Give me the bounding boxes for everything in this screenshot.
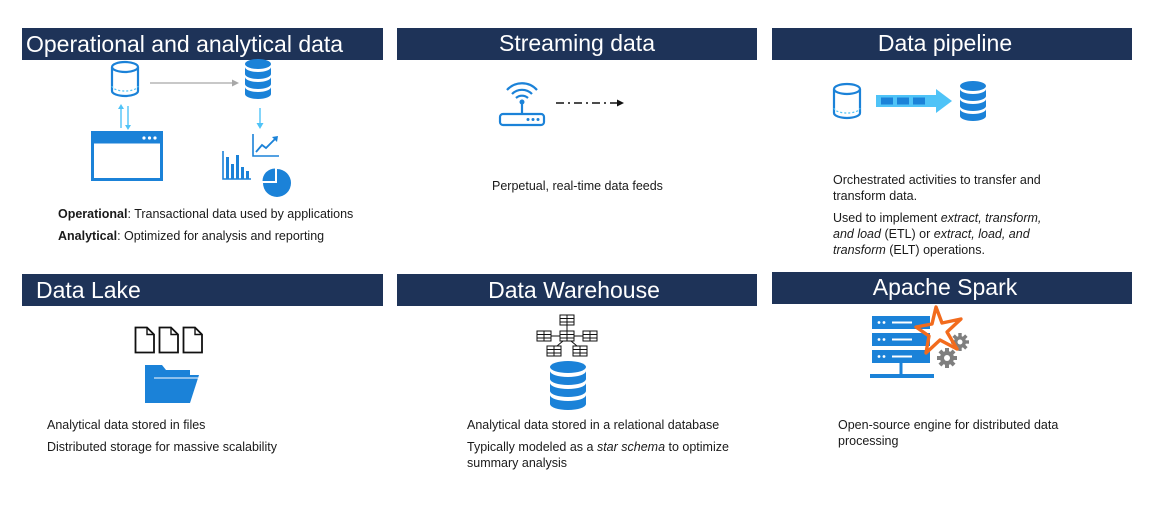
star-schema-tables-icon bbox=[536, 314, 598, 357]
pipeline-arrow-icon bbox=[876, 89, 952, 113]
arrow-right-icon bbox=[150, 79, 239, 87]
application-window-icon bbox=[91, 131, 163, 181]
line-chart-icon bbox=[252, 134, 279, 157]
spark-star-icon bbox=[914, 305, 963, 355]
panel-title-pipeline: Data pipeline bbox=[772, 28, 1132, 60]
arrow-down-icon bbox=[256, 108, 264, 129]
data-warehouse-description: Analytical data stored in a relational d… bbox=[467, 418, 729, 470]
panel-title-streaming: Streaming data bbox=[397, 28, 757, 60]
panel-title-operational: Operational and analytical data bbox=[22, 28, 383, 60]
operational-description: Operational: Transactional data used by … bbox=[58, 207, 354, 243]
bar-chart-icon bbox=[222, 151, 251, 180]
folder-icon bbox=[145, 365, 199, 403]
database-stack-icon bbox=[245, 59, 271, 99]
dash-dot-arrow-icon bbox=[556, 99, 624, 107]
database-cylinder-icon bbox=[110, 60, 140, 98]
streaming-description: Perpetual, real-time data feeds bbox=[492, 179, 663, 193]
panel-title-data-warehouse: Data Warehouse bbox=[397, 274, 757, 306]
panel-title-data-lake: Data Lake bbox=[22, 274, 383, 306]
wireless-router-icon bbox=[498, 82, 546, 127]
apache-spark-description: Open-source engine for distributed data … bbox=[838, 418, 1059, 448]
database-stack-icon bbox=[960, 81, 986, 121]
documents-icon bbox=[134, 326, 203, 354]
database-cylinder-icon bbox=[832, 82, 862, 120]
data-lake-description: Analytical data stored in files Distribu… bbox=[47, 418, 277, 454]
pipeline-description: Orchestrated activities to transfer and … bbox=[833, 173, 1042, 257]
panel-title-apache-spark: Apache Spark bbox=[772, 272, 1132, 304]
sync-arrows-icon bbox=[118, 104, 131, 130]
database-stack-icon bbox=[550, 361, 586, 410]
pie-chart-icon bbox=[262, 168, 291, 197]
